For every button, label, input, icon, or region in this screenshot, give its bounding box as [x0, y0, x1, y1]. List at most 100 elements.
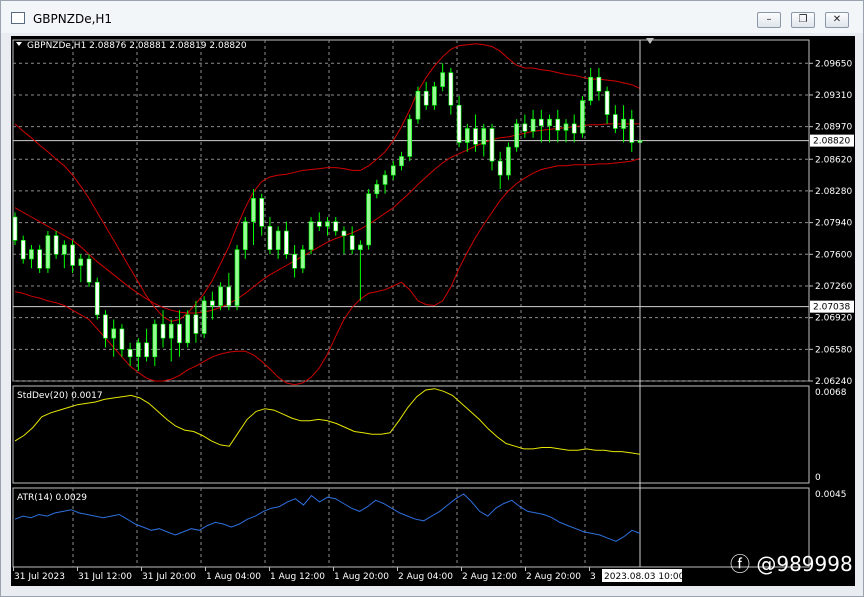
candle-body — [53, 235, 59, 255]
candle-body — [407, 118, 413, 157]
main-chart-title: GBPNZDe,H1 2.08876 2.08881 2.08819 2.088… — [27, 41, 247, 51]
candle-body — [539, 118, 544, 127]
candle-body — [489, 128, 495, 162]
restore-button[interactable]: ❐ — [791, 12, 815, 28]
close-icon: ✕ — [832, 14, 842, 25]
candle-body — [506, 146, 511, 176]
crosshair-time-label: 2023.08.03 10:00 — [604, 572, 685, 582]
candle-body — [423, 90, 429, 106]
stddev-pane-frame — [12, 385, 810, 484]
candle-body — [448, 72, 454, 106]
candle-body — [242, 221, 248, 250]
candle-body — [497, 160, 503, 176]
window-title: GBPNZDe,H1 — [33, 12, 113, 26]
x-tick-label: 2 Aug 12:00 — [462, 572, 517, 582]
candle-body — [185, 314, 190, 344]
candle-body — [136, 342, 141, 358]
stddev-line — [14, 388, 641, 455]
candle-body — [399, 156, 404, 167]
stddev-tick-label: 0 — [815, 473, 821, 483]
candle-body — [432, 86, 437, 106]
x-tick-label: 2 Aug 04:00 — [398, 572, 453, 582]
candle-body — [37, 249, 42, 269]
candle-body — [374, 184, 380, 195]
chart-window: GBPNZDe,H1 – ❐ ✕ 2.09650 2.09310 2.08970 2.… — [0, 0, 864, 597]
chart-window-icon — [11, 12, 25, 24]
candle-body — [103, 314, 108, 339]
candle-body — [571, 123, 577, 134]
minimize-button[interactable]: – — [757, 12, 781, 28]
y-tick-label: 2.06240 — [815, 377, 852, 387]
chart-area[interactable]: 2.09650 2.09310 2.08970 2.08620 2.08280 2.079… — [11, 36, 855, 586]
candle-body — [284, 230, 289, 255]
candle-body — [177, 323, 182, 344]
candle-body — [325, 221, 330, 227]
candle-body — [94, 281, 100, 316]
y-tick-label: 2.08970 — [815, 123, 852, 133]
candle-body — [210, 300, 215, 306]
candle-body — [555, 118, 561, 131]
candle-body — [29, 249, 34, 260]
y-tick-label: 2.09310 — [815, 91, 852, 101]
candle-body — [251, 198, 256, 222]
candle-body — [292, 253, 297, 269]
candle-body — [275, 230, 281, 250]
x-tick-label: 2 Aug 20:00 — [526, 572, 581, 582]
minimize-icon: – — [766, 14, 772, 25]
y-tick-label: 2.07260 — [815, 282, 852, 292]
y-tick-label: 2.06580 — [815, 345, 852, 355]
price-label: 2.08820 — [813, 137, 850, 147]
candle-body — [86, 258, 92, 283]
candle-body — [218, 286, 223, 306]
y-tick-label: 2.08280 — [815, 187, 852, 197]
close-button[interactable]: ✕ — [825, 12, 849, 28]
candle-body — [473, 128, 478, 145]
candle-body — [152, 323, 158, 358]
candle-body — [465, 128, 470, 143]
y-tick-label: 2.07600 — [815, 250, 852, 260]
candle-body — [193, 314, 199, 334]
candle-body — [580, 100, 585, 134]
candle-body — [201, 300, 207, 334]
candle-body — [333, 221, 339, 232]
atr-title: ATR(14) 0.0029 — [17, 493, 87, 503]
candle-body — [144, 342, 149, 358]
candle-body — [522, 123, 528, 132]
candle-body — [168, 323, 174, 339]
candle-body — [267, 226, 273, 250]
stddev-title: StdDev(20) 0.0017 — [17, 391, 103, 401]
candle-body — [259, 198, 265, 227]
bollinger-upper-line — [14, 43, 641, 322]
price-label: 2.07038 — [813, 303, 850, 313]
x-tick-label: 31 Jul 2023 — [14, 572, 65, 582]
x-tick-label: 1 Aug 20:00 — [334, 572, 389, 582]
chart-canvas[interactable]: 2.09650 2.09310 2.08970 2.08620 2.08280 2.079… — [11, 36, 855, 586]
candle-body — [440, 72, 445, 87]
candle-body — [341, 230, 347, 236]
main-pane-frame — [12, 39, 810, 382]
candle-body — [300, 249, 306, 269]
candle-body — [226, 286, 232, 306]
candle-body — [382, 174, 388, 185]
candle-body — [119, 328, 125, 350]
candle-body — [127, 349, 133, 358]
x-tick-label: 31 Jul 12:00 — [78, 572, 132, 582]
atr-tick-label: 0.0045 — [815, 490, 847, 500]
x-tick-label: 31 Jul 20:00 — [142, 572, 196, 582]
candle-body — [111, 328, 116, 339]
restore-icon: ❐ — [798, 14, 808, 25]
candle-body — [390, 165, 396, 176]
candle-body — [621, 118, 626, 129]
atr-line — [14, 493, 641, 542]
y-tick-label: 2.08620 — [815, 155, 852, 165]
title-bar[interactable]: GBPNZDe,H1 – ❐ ✕ — [1, 1, 863, 33]
candle-body — [481, 128, 487, 145]
candle-body — [70, 244, 75, 266]
candle-body — [308, 221, 314, 250]
candle-body — [62, 244, 67, 255]
watermark-text: @989998 — [756, 552, 853, 576]
candle-body — [456, 104, 462, 143]
candle-body — [366, 193, 371, 246]
logo-icon: ⓕ — [730, 552, 750, 576]
y-tick-label: 2.07940 — [815, 219, 852, 229]
